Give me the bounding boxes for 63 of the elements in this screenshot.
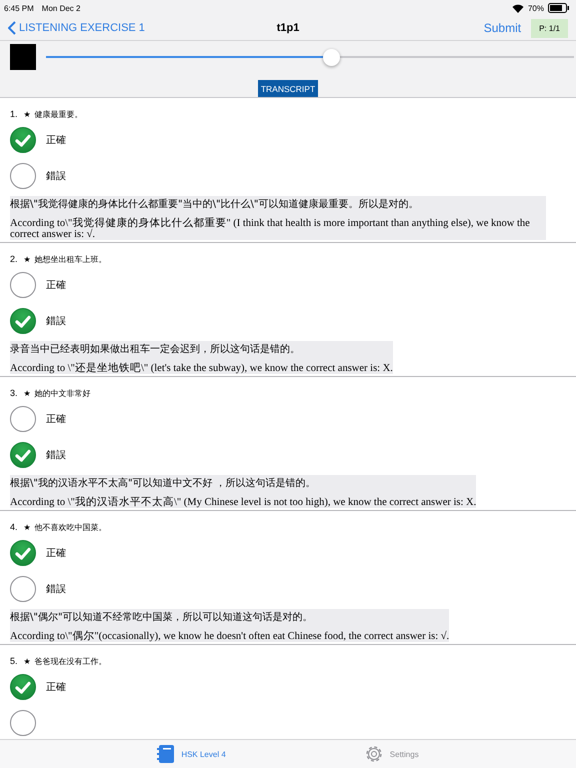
option-label: 正確 <box>46 413 66 426</box>
explanation-text: According to \"我的汉语水平不太高\" (My Chinese level is not too high), we know the correct answer is: X. <box>10 497 476 508</box>
status-date: Mon Dec 2 <box>42 4 80 12</box>
explanation-text: According to \"还是坐地铁吧\" (let's take the subway), we know the correct answer is: X. <box>10 363 393 374</box>
notebook-icon <box>157 744 176 764</box>
transcript-button[interactable]: TRANSCRIPT <box>258 80 318 97</box>
explanation-text: According to\"我觉得健康的身体比什么都重要" (I think that health is more important than anything else), we know the correct answer is: √. <box>10 218 531 240</box>
question-number: 2. <box>10 254 18 264</box>
submit-button[interactable]: Submit <box>484 21 522 35</box>
question-number: 3. <box>10 388 18 398</box>
question-text: 他不喜欢吃中国菜。 <box>34 522 107 532</box>
radio-button[interactable] <box>10 442 36 468</box>
option-label: 錯誤 <box>46 582 66 596</box>
explanation-text: According to\"偶尔"(occasionally), we know he doesn't often eat Chinese food, the correct answer is: √. <box>10 631 450 642</box>
screen-title: t1p1 <box>276 22 300 34</box>
explanation-text: 根据\"我觉得健康的身体比什么都重要"当中的\"比什么\"可以知道健康最重要。所以是对的。 <box>10 198 420 212</box>
option-label: 正確 <box>46 547 66 560</box>
radio-button[interactable] <box>10 308 36 334</box>
radio-button[interactable] <box>10 127 36 153</box>
radio-button[interactable] <box>10 710 36 736</box>
question-number: 5. <box>10 656 18 666</box>
option-label: 錯誤 <box>46 448 66 462</box>
battery-percent: 70% <box>528 4 544 12</box>
star-icon: ★ <box>24 388 31 398</box>
question-number: 4. <box>10 522 18 532</box>
battery-icon <box>548 3 570 13</box>
radio-button[interactable] <box>10 272 36 298</box>
page-counter: P: 1/1 <box>531 18 568 38</box>
check-icon <box>15 134 31 146</box>
question-text: 她的中文非常好 <box>34 388 91 398</box>
option-label: 正確 <box>46 681 66 694</box>
back-button[interactable]: LISTENING EXERCISE 1 <box>8 21 145 35</box>
explanation-text: 根据\"偶尔"可以知道不经常吃中国菜，所以可以知道这句话是对的。 <box>10 611 314 625</box>
check-icon <box>15 546 31 560</box>
question-text: 爸爸现在没有工作。 <box>34 656 107 666</box>
status-time: 6:45 PM <box>4 4 34 12</box>
option-label: 正確 <box>46 134 66 147</box>
tab[interactable]: Settings <box>360 740 423 768</box>
check-icon <box>15 680 31 694</box>
question-text: 她想坐出租车上班。 <box>34 254 107 264</box>
explanation-text: 根据\"我的汉语水平不太高"可以知道中文不好 ，所以这句话是错的。 <box>10 477 317 491</box>
wifi-icon <box>512 4 524 12</box>
question-number: 1. <box>10 109 18 119</box>
option-label: 錯誤 <box>46 314 66 328</box>
radio-button[interactable] <box>10 540 36 566</box>
explanation-text: 录音当中已经表明如果做出租车一定会迟到，所以这句话是错的。 <box>10 343 301 357</box>
settings-icon <box>364 744 384 764</box>
audio-slider[interactable] <box>46 48 574 66</box>
question-text: 健康最重要。 <box>34 108 83 120</box>
star-icon: ★ <box>24 656 31 666</box>
option-label: 正確 <box>46 279 66 292</box>
tab[interactable]: HSK Level 4 <box>153 740 230 768</box>
option-label: 錯誤 <box>46 170 66 183</box>
star-icon: ★ <box>24 110 31 118</box>
star-icon: ★ <box>24 522 31 532</box>
radio-button[interactable] <box>10 576 36 602</box>
star-icon: ★ <box>24 254 31 264</box>
back-icon <box>8 21 16 35</box>
radio-button[interactable] <box>10 163 36 189</box>
check-icon <box>15 448 31 462</box>
radio-button[interactable] <box>10 674 36 700</box>
radio-button[interactable] <box>10 406 36 432</box>
check-icon <box>15 314 31 328</box>
